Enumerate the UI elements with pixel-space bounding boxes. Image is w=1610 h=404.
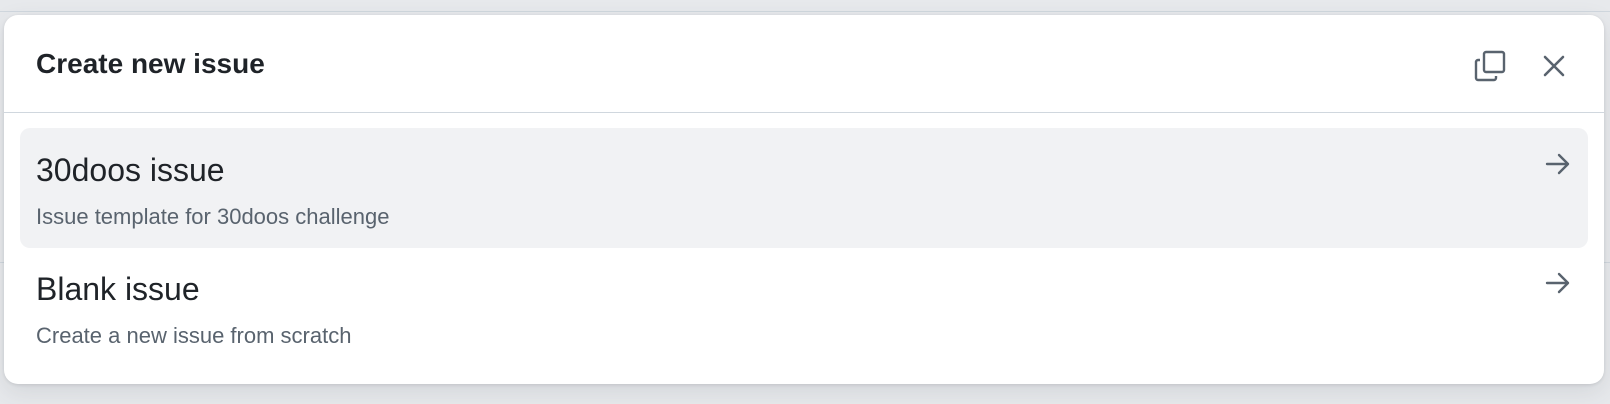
template-description: Issue template for 30doos challenge: [36, 204, 390, 229]
copy-button[interactable]: [1470, 46, 1510, 86]
template-description: Create a new issue from scratch: [36, 323, 352, 348]
copy-icon: [1474, 50, 1506, 82]
dialog-title: Create new issue: [36, 48, 265, 79]
template-title: 30doos issue: [36, 152, 225, 188]
close-icon: [1543, 55, 1565, 77]
close-button[interactable]: [1534, 46, 1574, 86]
template-item-30doos[interactable]: 30doos issue Issue template for 30doos c…: [20, 128, 1588, 248]
template-item-blank[interactable]: Blank issue Create a new issue from scra…: [20, 247, 1588, 367]
arrow-right-icon: [1545, 272, 1570, 294]
backdrop-divider: [0, 11, 1610, 12]
create-issue-dialog: Create new issue 30doos issue Issue temp…: [4, 15, 1604, 384]
template-title: Blank issue: [36, 271, 200, 307]
dialog-header: Create new issue: [4, 15, 1604, 113]
arrow-right-icon: [1545, 153, 1570, 175]
